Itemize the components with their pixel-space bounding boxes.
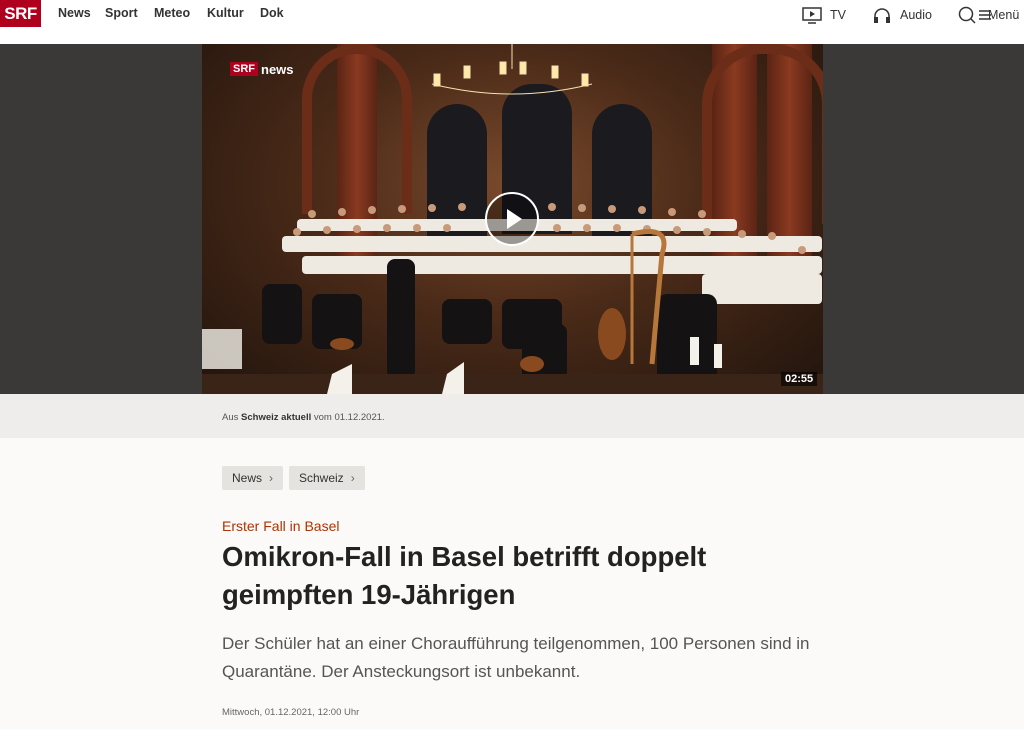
breadcrumb-schweiz[interactable]: Schweiz › [289,466,365,490]
article-date: Mittwoch, 01.12.2021, 12:00 Uhr [222,707,360,718]
nav-menu-button[interactable]: Menü [958,6,1019,24]
chevron-right-icon: › [350,471,355,485]
video-caption: Aus Schweiz aktuell vom 01.12.2021. [222,412,385,423]
breadcrumb-schweiz-label: Schweiz [299,471,344,485]
article-title: Omikron-Fall in Basel betrifft doppelt g… [222,541,707,610]
headphones-icon [874,7,890,23]
breadcrumb-news[interactable]: News › [222,466,284,490]
nav-audio-link[interactable]: Audio [872,6,932,24]
breadcrumb-news-label: News [232,471,263,485]
srf-news-watermark-logo: SRF [230,62,258,76]
nav-item-news[interactable]: News [58,6,91,20]
srf-news-watermark-text: news [261,61,294,77]
srf-logo[interactable]: SRF [0,0,41,27]
nav-audio-label: Audio [900,8,932,22]
caption-show-link[interactable]: Schweiz aktuell [241,412,311,423]
tv-play-icon [802,6,822,24]
video-caption-band [0,394,1024,438]
top-navigation: SRF News Sport Meteo Kultur Dok TV Audio… [0,0,1024,45]
caption-prefix: Aus [222,412,239,423]
nav-tv-label: TV [830,8,846,22]
article-kicker: Erster Fall in Basel [222,518,340,534]
play-icon[interactable] [485,192,539,246]
nav-item-meteo[interactable]: Meteo [154,6,190,20]
caption-suffix: vom 01.12.2021. [313,412,385,423]
video-duration: 02:55 [781,372,818,386]
nav-tv-link[interactable]: TV [802,6,846,24]
srf-news-watermark: SRF news [230,61,294,77]
nav-menu-label: Menü [988,8,1020,22]
article-lead: Der Schüler hat an einer Choraufführung … [222,634,810,681]
nav-item-sport[interactable]: Sport [105,6,138,20]
nav-item-dok[interactable]: Dok [260,6,284,20]
chevron-right-icon: › [269,471,274,485]
nav-item-kultur[interactable]: Kultur [207,6,244,20]
